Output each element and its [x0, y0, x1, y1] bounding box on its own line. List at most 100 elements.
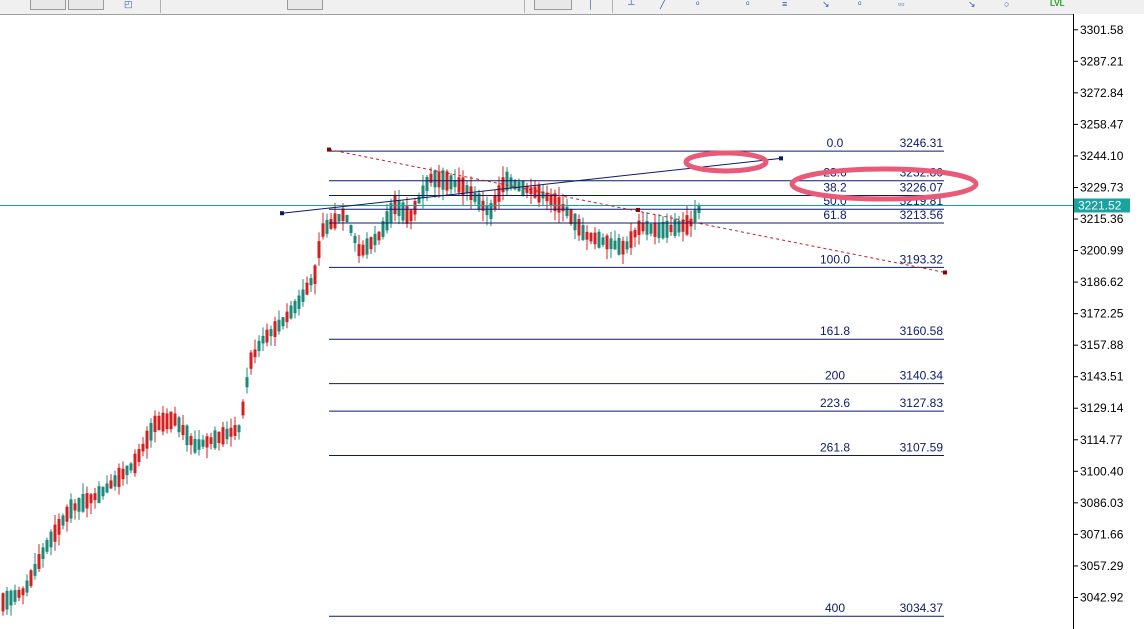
- vertical-line-icon[interactable]: │: [588, 0, 594, 9]
- candle-body: [221, 427, 225, 445]
- arrow-icon[interactable]: ↘: [822, 0, 830, 9]
- candle-body: [245, 377, 249, 388]
- trendline-handle[interactable]: [779, 156, 783, 161]
- trendline[interactable]: [281, 157, 782, 214]
- candle-body: [581, 225, 585, 240]
- candle-body: [613, 240, 617, 250]
- fib-anchor-handle[interactable]: [943, 270, 947, 275]
- shapes-icon[interactable]: ᵒ: [858, 0, 861, 9]
- candle-body: [509, 177, 513, 189]
- candle-body: [353, 235, 357, 244]
- candle-body: [285, 311, 289, 323]
- candle-body: [289, 305, 293, 319]
- price-tick-label: 3143.51: [1080, 370, 1124, 384]
- horizontal-line-icon[interactable]: ┴: [628, 0, 634, 9]
- price-tick-label: 3071.66: [1080, 527, 1124, 541]
- trendline-icon[interactable]: ╱: [660, 0, 665, 9]
- candle-body: [13, 590, 17, 602]
- candle-body: [1, 593, 5, 612]
- fib-level-label: 223.6: [820, 396, 850, 410]
- candle-body: [421, 185, 425, 199]
- candle-body: [21, 588, 25, 596]
- candle-body: [593, 232, 597, 245]
- fib-level-price: 3034.37: [900, 601, 944, 615]
- price-tick-label: 3172.25: [1080, 307, 1124, 321]
- fib-anchor-handle[interactable]: [327, 147, 331, 152]
- fib-level-label: 200: [825, 369, 845, 383]
- candle-body: [49, 531, 53, 548]
- candle-body: [301, 289, 305, 302]
- level-badge: LVL: [1050, 0, 1065, 8]
- fib-level-price: 3107.59: [900, 441, 944, 455]
- price-tick-label: 3215.36: [1080, 212, 1124, 226]
- magnifier-icon[interactable]: ○: [1004, 0, 1009, 9]
- fib-level-label: 261.8: [820, 441, 850, 455]
- toolbar-button-center[interactable]: [287, 0, 323, 10]
- candle-body: [97, 486, 101, 504]
- price-chart[interactable]: 0.0 3246.3123.6 3232.8038.2 3226.0750.0 3219…: [0, 14, 1144, 629]
- candle-body: [137, 448, 141, 463]
- candle-body: [629, 231, 633, 248]
- fib-level-label: 38.2: [823, 181, 847, 195]
- candle-body: [273, 321, 277, 338]
- candle-body: [469, 186, 473, 200]
- toolbar-button-left[interactable]: [30, 0, 66, 10]
- candle-body: [205, 436, 209, 448]
- price-tick-label: 3272.84: [1080, 86, 1124, 100]
- pointer-button[interactable]: [534, 0, 572, 10]
- candle-body: [617, 237, 621, 255]
- candle-body: [641, 222, 645, 232]
- candle-body: [465, 185, 469, 193]
- candle-body: [633, 230, 637, 238]
- price-tick-label: 3244.10: [1080, 149, 1124, 163]
- candle-body: [649, 223, 653, 234]
- candle-body: [565, 206, 569, 217]
- toolbar-button-right[interactable]: [68, 0, 104, 10]
- candle-body: [517, 181, 521, 192]
- price-tick-label: 3157.88: [1080, 338, 1124, 352]
- candle-body: [501, 177, 505, 193]
- channel-icon[interactable]: ᵒ: [746, 0, 749, 9]
- candle-body: [597, 231, 601, 248]
- price-tick-label: 3129.14: [1080, 401, 1124, 415]
- candle-body: [621, 240, 625, 255]
- fib-level-label: 400: [825, 601, 845, 615]
- candle-body: [557, 197, 561, 213]
- candle-body: [233, 425, 237, 436]
- candle-body: [193, 438, 197, 453]
- candle-body: [213, 430, 217, 449]
- candle-body: [197, 439, 201, 450]
- trendline-handle[interactable]: [280, 211, 284, 216]
- candle-body: [145, 430, 149, 449]
- candle-body: [9, 590, 13, 606]
- fib-mid-handle[interactable]: [636, 207, 640, 212]
- text-tool-icon[interactable]: ≡: [782, 0, 787, 9]
- drawing-toolbar: ◰ │ ┴ ╱ ᵒ ᵒ ≡ ↘ ᵒ ▫▫ ↘ ○ LVL: [0, 0, 1144, 15]
- candle-body: [125, 465, 129, 476]
- back-arrow-icon[interactable]: ◰: [124, 0, 133, 9]
- candle-body: [265, 329, 269, 343]
- candle-body: [397, 199, 401, 216]
- grid-icon[interactable]: ▫▫: [898, 0, 904, 9]
- candle-body: [61, 515, 65, 526]
- candle-body: [653, 222, 657, 237]
- price-tick-label: 3287.21: [1080, 54, 1124, 68]
- fib-level-price: 3226.07: [900, 181, 944, 195]
- current-price-text: 3221.52: [1078, 198, 1122, 212]
- fib-level-label: 161.8: [820, 324, 850, 338]
- candle-body: [89, 494, 93, 504]
- candle-body: [497, 185, 501, 202]
- fibonacci-icon[interactable]: ᵒ: [696, 0, 699, 9]
- price-tick-label: 3186.62: [1080, 275, 1124, 289]
- candle-body: [81, 493, 85, 512]
- toolbar-separator: [524, 0, 525, 13]
- candle-body: [297, 295, 301, 309]
- candle-body: [537, 184, 541, 203]
- fib-level-label: 0.0: [827, 136, 844, 150]
- price-axis: 3301.58 3287.21 3272.84 3258.47 3244.10 3229.…: [1073, 14, 1144, 629]
- candle-body: [377, 231, 381, 241]
- candle-body: [449, 175, 453, 190]
- zoom-icon[interactable]: ↘: [968, 0, 976, 9]
- fib-level-price: 3213.56: [900, 208, 944, 222]
- candle-body: [433, 170, 437, 188]
